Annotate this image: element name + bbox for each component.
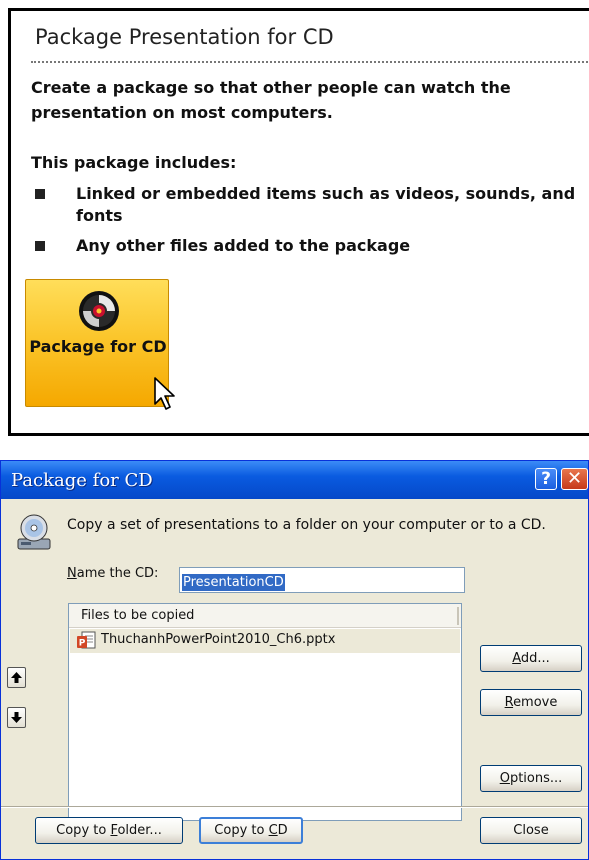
includes-heading: This package includes: — [31, 153, 237, 172]
package-for-cd-dialog: Package for CD ? ✕ Copy a set of present… — [0, 460, 589, 860]
panel-description: Create a package so that other people ca… — [31, 78, 511, 122]
panel-title: Package Presentation for CD — [35, 25, 334, 49]
bullet-text: Linked or embedded items such as videos,… — [76, 184, 576, 225]
dialog-description: Copy a set of presentations to a folder … — [67, 517, 546, 533]
help-button[interactable]: ? — [535, 468, 557, 490]
files-column-header[interactable]: Files to be copied — [69, 604, 461, 628]
title-bar[interactable]: Package for CD ? ✕ — [1, 461, 588, 499]
cd-disc-icon — [79, 291, 119, 331]
move-up-button[interactable] — [7, 667, 26, 688]
list-item[interactable]: P ThuchanhPowerPoint2010_Ch6.pptx — [70, 629, 460, 653]
options-button[interactable]: Options... — [480, 765, 582, 792]
package-for-cd-button[interactable]: Package for CD — [25, 279, 175, 410]
bullet-text: Any other files added to the package — [76, 236, 411, 255]
files-header-label: Files to be copied — [81, 608, 195, 623]
remove-button[interactable]: Remove — [480, 689, 582, 716]
bullet-icon — [35, 189, 45, 199]
dialog-divider — [1, 806, 588, 808]
list-item: Any other files added to the package — [31, 235, 586, 259]
package-for-cd-label: Package for CD — [29, 337, 167, 356]
close-dialog-button[interactable]: Close — [480, 817, 582, 844]
move-down-button[interactable] — [7, 707, 26, 728]
package-presentation-panel: Package Presentation for CD Create a pac… — [8, 8, 589, 436]
copy-to-cd-button[interactable]: Copy to CD — [199, 817, 303, 844]
name-cd-input[interactable]: PresentationCD — [179, 567, 465, 593]
add-button[interactable]: Add... — [480, 645, 582, 672]
dialog-title: Package for CD — [11, 470, 153, 491]
name-cd-value: PresentationCD — [182, 574, 285, 591]
copy-to-folder-button[interactable]: Copy to Folder... — [35, 817, 183, 844]
mouse-cursor-icon — [154, 377, 175, 410]
bullet-icon — [35, 241, 45, 251]
powerpoint-file-icon: P — [77, 631, 96, 649]
title-divider — [31, 61, 589, 63]
files-to-copy-list[interactable]: Files to be copied P ThuchanhPowerPoint2… — [68, 603, 462, 821]
column-separator[interactable] — [457, 607, 459, 625]
cd-drive-icon — [17, 514, 51, 550]
file-name: ThuchanhPowerPoint2010_Ch6.pptx — [101, 632, 336, 647]
list-item: Linked or embedded items such as videos,… — [31, 183, 586, 233]
name-cd-label: Name the CD: — [67, 566, 159, 581]
svg-text:P: P — [79, 639, 86, 649]
arrow-down-icon — [11, 712, 22, 723]
close-icon[interactable]: ✕ — [561, 468, 588, 490]
arrow-up-icon — [11, 672, 22, 683]
